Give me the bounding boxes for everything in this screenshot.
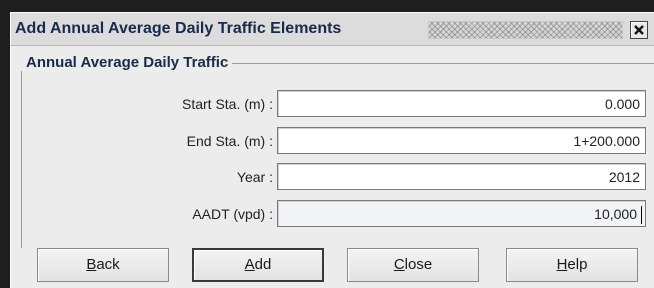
text-caret [641, 206, 642, 224]
year-label: Year : [236, 169, 273, 185]
end-station-label: End Sta. (m) : [186, 133, 273, 149]
back-mnemonic: B [86, 256, 97, 273]
help-label-rest: elp [567, 256, 588, 273]
close-icon[interactable] [630, 21, 648, 39]
end-station-value: 1+200.000 [573, 133, 640, 149]
year-value: 2012 [608, 169, 640, 185]
end-station-field[interactable]: 1+200.000 [277, 127, 646, 154]
year-field[interactable]: 2012 [277, 163, 646, 190]
help-button[interactable]: Help [506, 248, 638, 282]
start-station-value: 0.000 [604, 96, 640, 112]
back-label-rest: ack [96, 256, 120, 273]
add-label-rest: dd [254, 256, 272, 273]
close-mnemonic: C [393, 256, 405, 273]
group-label: Annual Average Daily Traffic [21, 54, 233, 71]
start-station-field[interactable]: 0.000 [277, 90, 646, 117]
aadt-field[interactable]: 10,000 [277, 200, 646, 227]
add-button[interactable]: Add [192, 248, 324, 282]
add-aadt-dialog: Add Annual Average Daily Traffic Element… [10, 12, 654, 288]
add-mnemonic: A [244, 256, 255, 273]
dialog-title: Add Annual Average Daily Traffic Element… [15, 20, 342, 37]
title-bar[interactable]: Add Annual Average Daily Traffic Element… [11, 13, 654, 46]
close-label-rest: lose [404, 256, 433, 273]
aadt-value: 10,000 [594, 206, 637, 222]
close-button[interactable]: Close [347, 248, 479, 282]
back-button[interactable]: Back [37, 248, 169, 282]
title-drag-grip[interactable] [428, 21, 623, 39]
aadt-label: AADT (vpd) : [192, 206, 273, 222]
start-station-label: Start Sta. (m) : [181, 96, 273, 112]
close-x-glyph [634, 25, 644, 35]
help-mnemonic: H [556, 256, 568, 273]
